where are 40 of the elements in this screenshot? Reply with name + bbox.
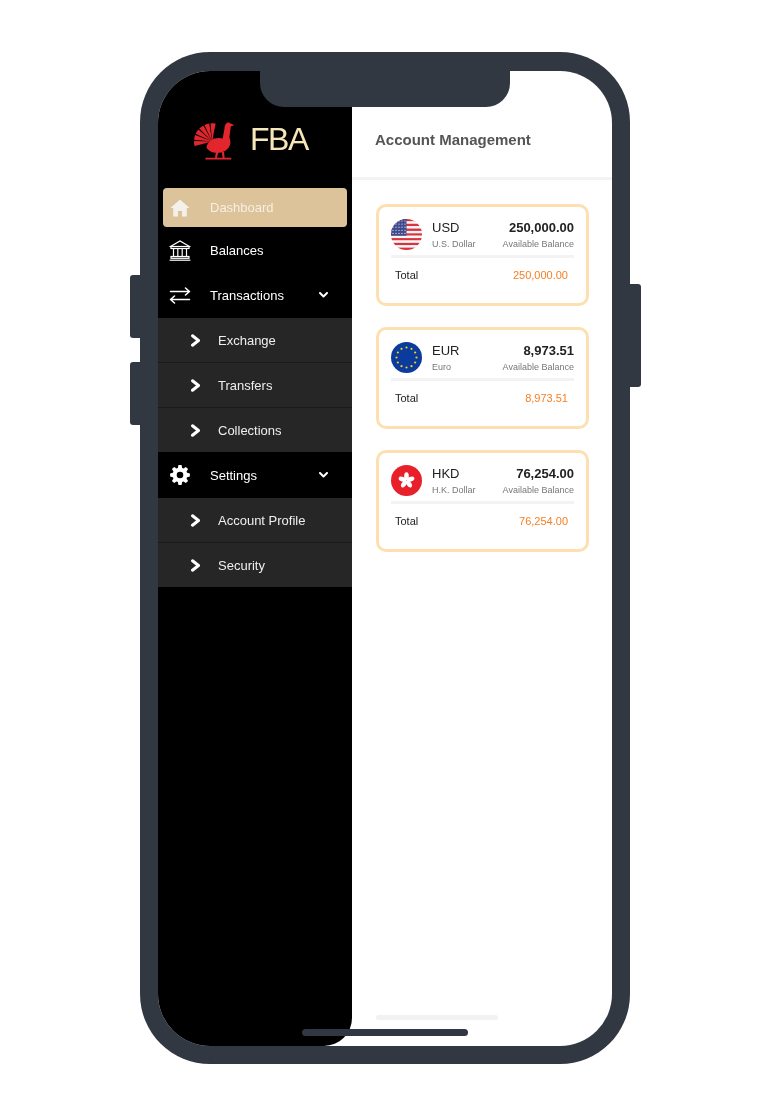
currency-name: Euro — [432, 361, 451, 373]
currency-code: HKD — [432, 465, 460, 482]
balance-amount: 250,000.00 — [508, 219, 574, 236]
balance-amount: 76,254.00 — [516, 465, 574, 482]
total-amount: 76,254.00 — [519, 514, 568, 528]
currency-name: U.S. Dollar — [432, 238, 476, 250]
settings-icon — [170, 465, 190, 485]
total-label: Total — [395, 514, 419, 528]
balance-amount: 8,973.51 — [523, 342, 574, 359]
chevron-right-icon — [190, 378, 201, 392]
submenu-item[interactable]: Collections — [158, 408, 352, 452]
menu-item[interactable]: Balances — [158, 228, 352, 272]
total-amount: 8,973.51 — [525, 391, 568, 405]
total-label: Total — [395, 391, 419, 405]
bank-icon — [169, 239, 191, 261]
swap-arrows-icon — [169, 286, 191, 304]
submenu-item[interactable]: Account Profile — [158, 498, 352, 543]
hk-flag-icon — [391, 465, 422, 496]
currency-name: H.K. Dollar — [432, 484, 476, 496]
total-label: Total — [395, 268, 419, 282]
submenu-item[interactable]: Transfers — [158, 363, 352, 408]
chevron-right-icon — [190, 558, 201, 572]
chevron-right-icon — [190, 423, 201, 437]
chevron-right-icon — [190, 333, 201, 347]
chevron-right-icon — [190, 513, 201, 527]
balance-label: Available Balance — [502, 361, 574, 373]
currency-code: EUR — [432, 342, 460, 359]
menu-item[interactable]: Settings — [158, 452, 352, 498]
submenu-item[interactable]: Security — [158, 543, 352, 587]
page-title: Account Management — [375, 131, 531, 148]
currency-code: USD — [432, 219, 460, 236]
balance-label: Available Balance — [502, 484, 574, 496]
us-flag-icon — [391, 219, 422, 250]
brand-name: FBA — [250, 121, 308, 157]
submenu-item[interactable]: Exchange — [158, 318, 352, 363]
balance-label: Available Balance — [502, 238, 574, 250]
eu-flag-icon — [391, 342, 422, 373]
home-icon — [170, 198, 190, 217]
menu-item[interactable]: Transactions — [158, 272, 352, 318]
total-amount: 250,000.00 — [512, 268, 568, 282]
